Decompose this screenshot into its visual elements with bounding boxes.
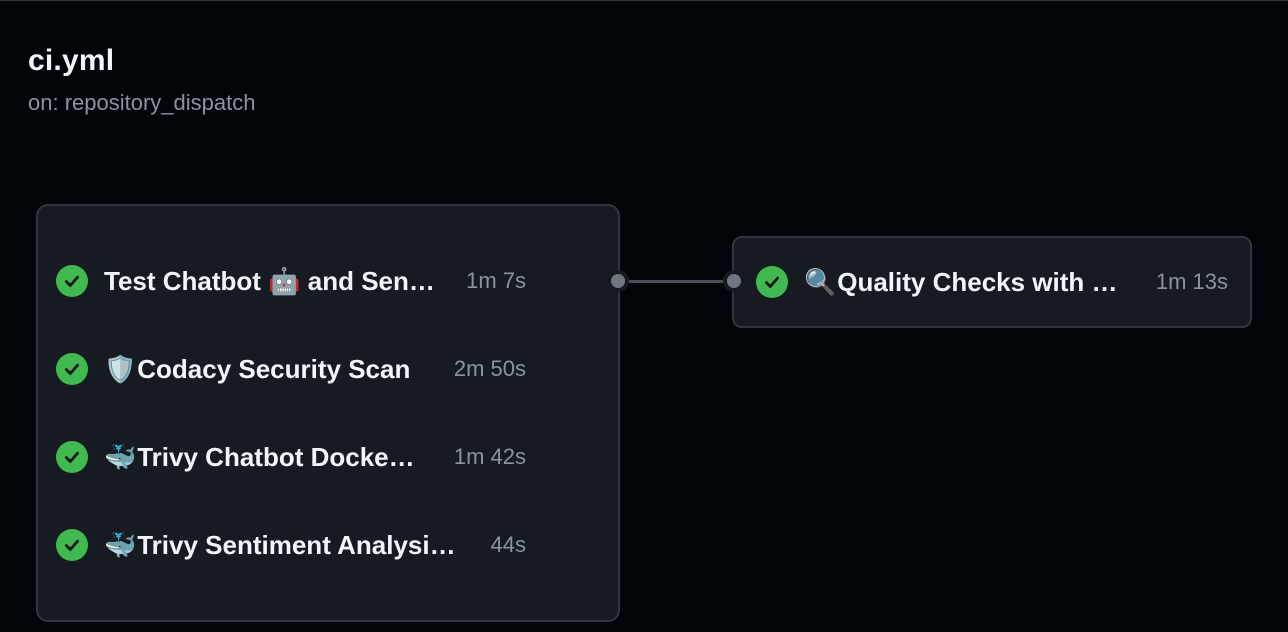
dependency-connector	[618, 280, 734, 283]
job-quality-checks[interactable]: 🔍 Quality Checks with … 1m 13s	[756, 262, 1228, 302]
job-trivy-sentiment-analysis[interactable]: 🐳 Trivy Sentiment Analysi… 44s	[56, 525, 526, 565]
connector-dot-in	[723, 270, 745, 292]
check-circle-icon	[56, 353, 88, 385]
job-name-row: 🐳 Trivy Chatbot Docke…	[104, 442, 442, 473]
job-name: Trivy Chatbot Docke…	[137, 441, 415, 472]
shield-icon: 🛡️	[104, 353, 137, 384]
job-test-chatbot[interactable]: Test Chatbot 🤖 and Sen… 1m 7s	[56, 261, 526, 301]
job-duration: 1m 42s	[453, 444, 526, 469]
job-codacy-security-scan[interactable]: 🛡️ Codacy Security Scan 2m 50s	[56, 349, 526, 389]
top-divider	[0, 0, 1288, 1]
magnifying-glass-icon: 🔍	[804, 266, 837, 297]
job-name-row: 🛡️ Codacy Security Scan	[104, 354, 442, 385]
workflow-title: ci.yml	[28, 44, 115, 77]
whale-icon: 🐳	[104, 529, 137, 560]
job-duration: 44s	[490, 532, 526, 557]
workflow-header: ci.yml on: repository_dispatch	[28, 44, 255, 116]
check-circle-icon	[56, 441, 88, 473]
check-circle-icon	[56, 529, 88, 561]
connector-dot-out	[607, 270, 629, 292]
job-name: Codacy Security Scan	[137, 353, 411, 384]
job-name-row: 🐳 Trivy Sentiment Analysi…	[104, 530, 479, 561]
check-circle-icon	[756, 266, 788, 298]
whale-icon: 🐳	[104, 441, 137, 472]
downstream-job-card: 🔍 Quality Checks with … 1m 13s	[732, 236, 1252, 328]
job-duration: 2m 50s	[453, 356, 526, 381]
job-name: Trivy Sentiment Analysi…	[137, 529, 456, 560]
workflow-trigger: on: repository_dispatch	[28, 90, 256, 115]
check-circle-icon	[56, 265, 88, 297]
job-name: Quality Checks with …	[837, 266, 1118, 297]
job-name-row: 🔍 Quality Checks with …	[804, 267, 1144, 298]
job-duration: 1m 7s	[466, 268, 526, 293]
job-trivy-chatbot-docker[interactable]: 🐳 Trivy Chatbot Docke… 1m 42s	[56, 437, 526, 477]
job-name: Test Chatbot 🤖 and Sen…	[104, 265, 435, 296]
job-duration: 1m 13s	[1155, 269, 1228, 294]
